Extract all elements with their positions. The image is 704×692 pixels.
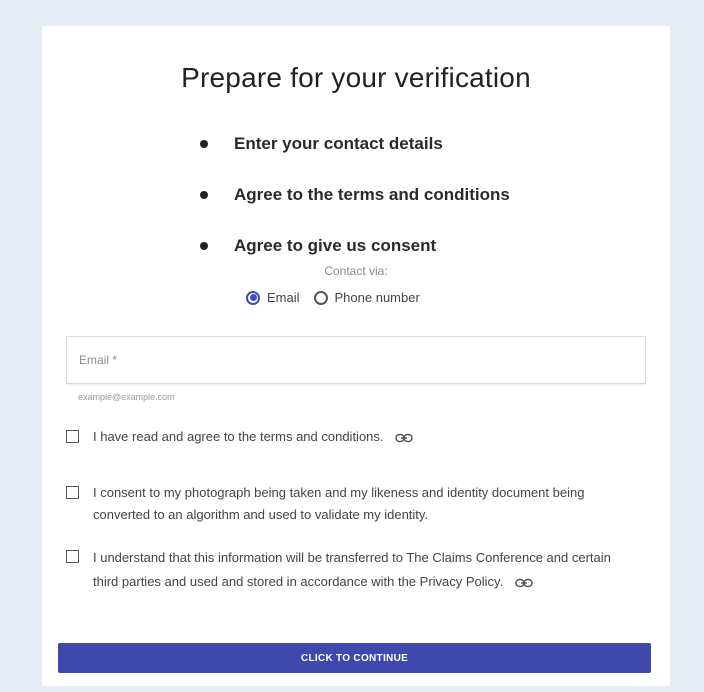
bullet-icon [200,241,208,250]
link-icon[interactable] [515,578,533,588]
contact-via-label: Contact via: [324,264,388,278]
email-helper-text: example@example.com [78,392,175,402]
radio-label-email: Email [267,290,300,305]
radio-phone-number[interactable]: Phone number [313,290,420,305]
privacy-label: I understand that this information will … [93,550,611,589]
contact-method-group: Email Phone number [246,290,420,305]
consent-checkbox-row: I consent to my photograph being taken a… [66,482,626,526]
radio-label-phone: Phone number [334,290,420,305]
verification-card: Prepare for your verification Enter your… [42,26,670,686]
step-label: Agree to give us consent [234,235,437,255]
list-item: Agree to the terms and conditions [200,169,510,220]
radio-email[interactable]: Email [246,290,300,305]
consent-checkbox[interactable] [66,486,79,499]
consent-label: I consent to my photograph being taken a… [93,485,585,522]
terms-checkbox[interactable] [66,430,79,443]
steps-list: Enter your contact details Agree to the … [200,118,510,271]
privacy-checkbox-row: I understand that this information will … [66,546,626,594]
list-item: Enter your contact details [200,118,510,169]
step-label: Enter your contact details [234,133,443,153]
terms-text: I have read and agree to the terms and c… [93,426,413,448]
privacy-checkbox[interactable] [66,550,79,563]
terms-label: I have read and agree to the terms and c… [93,429,384,444]
terms-checkbox-row: I have read and agree to the terms and c… [66,426,626,448]
continue-button[interactable]: CLICK TO CONTINUE [58,643,651,673]
bullet-icon [200,190,208,199]
page-title: Prepare for your verification [181,62,531,93]
email-input[interactable] [67,337,645,383]
privacy-text: I understand that this information will … [93,546,623,594]
step-label: Agree to the terms and conditions [234,184,510,204]
radio-unchecked-icon[interactable] [313,290,328,305]
email-field-container [66,336,646,384]
radio-checked-icon[interactable] [246,290,260,305]
bullet-icon [200,139,208,148]
link-icon[interactable] [395,433,413,443]
